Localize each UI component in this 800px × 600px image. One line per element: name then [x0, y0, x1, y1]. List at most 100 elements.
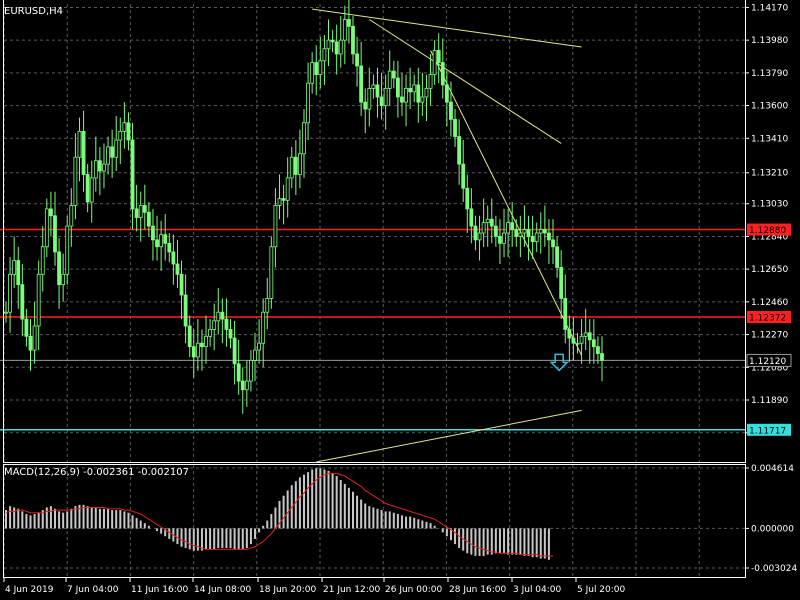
candle-body: [236, 363, 241, 382]
candle-body: [563, 298, 568, 330]
candle-body: [167, 242, 172, 253]
candle-body: [163, 234, 168, 244]
candle-body: [93, 160, 98, 179]
candle-body: [420, 96, 425, 103]
candle-body: [514, 229, 519, 237]
price-tick-label: 1.13790: [751, 69, 788, 79]
candle-body: [265, 298, 270, 313]
candle-body: [526, 229, 531, 237]
candle-body: [97, 160, 102, 172]
candle-body: [424, 87, 429, 98]
candle-body: [257, 342, 261, 351]
candle-body: [204, 335, 208, 348]
candle-body: [534, 232, 539, 243]
candle-body: [326, 39, 331, 50]
candle-body: [318, 60, 323, 75]
price-tick-label: 1.12270: [751, 331, 788, 341]
candle-body: [591, 339, 596, 348]
candle-body: [228, 329, 233, 339]
candle-body: [383, 87, 388, 106]
candle-body: [583, 332, 588, 337]
time-tick-label: 21 Jun 12:00: [323, 585, 380, 595]
candle-body: [416, 84, 421, 103]
candle-body: [253, 349, 257, 361]
chart-window[interactable]: 1.14170 1.13980 1.13790 1.13600 1.13410 1.132…: [0, 0, 800, 600]
candle-body: [400, 96, 404, 103]
candle-body: [449, 101, 453, 120]
candle-body: [200, 342, 204, 348]
candle-body: [551, 239, 555, 248]
candle-body: [391, 70, 396, 79]
price-tick-label: 1.13030: [751, 200, 788, 210]
candle-body: [179, 273, 184, 296]
candle-body: [240, 380, 245, 391]
candle-body: [444, 84, 449, 103]
price-tick-label: 1.13210: [751, 169, 788, 179]
price-tick-label: 1.12460: [751, 298, 788, 308]
candle-body: [363, 101, 368, 110]
candle-body: [347, 19, 351, 27]
candle-body: [36, 273, 41, 327]
candle-body: [285, 177, 290, 201]
candle-body: [322, 48, 327, 62]
candle-body: [579, 335, 584, 344]
candle-body: [273, 205, 278, 248]
time-tick-label: 5 Jul 20:00: [577, 585, 626, 595]
time-tick-label: 14 Jun 08:00: [194, 585, 251, 595]
candle-body: [249, 360, 253, 382]
candle-body: [465, 187, 470, 210]
candle-body: [195, 342, 200, 358]
candle-body: [518, 232, 523, 237]
candle-body: [538, 229, 543, 234]
candle-body: [404, 87, 408, 103]
candle-body: [432, 50, 437, 75]
candle-body: [342, 19, 347, 41]
macd-title: MACD(12,26,9) -0.002361 -0.002107: [4, 467, 189, 478]
candle-body: [387, 70, 392, 89]
price-tick-label: 1.11890: [751, 396, 788, 406]
candle-body: [73, 156, 78, 206]
time-tick-label: 18 Jun 20:00: [259, 585, 316, 595]
candle-body: [310, 62, 315, 84]
candle-body: [175, 263, 180, 275]
candle-body: [171, 251, 176, 265]
candle-body: [24, 318, 29, 337]
candle-body: [65, 225, 70, 275]
candle-body: [20, 284, 25, 320]
candle-body: [600, 353, 604, 361]
candle-body: [510, 222, 515, 230]
price-tick-label: 1.14170: [751, 3, 788, 13]
price-tick-label: 1.12650: [751, 265, 788, 275]
candle-body: [232, 337, 237, 365]
candle-body: [428, 74, 433, 89]
candle-body: [289, 156, 294, 179]
candle-body: [85, 174, 90, 203]
candle-body: [298, 153, 302, 175]
candle-body: [302, 122, 306, 155]
candle-body: [359, 65, 364, 103]
candle-body: [8, 273, 12, 313]
candle-body: [367, 87, 372, 110]
candle-body: [244, 380, 249, 391]
candle-body: [4, 311, 8, 314]
candle-body: [130, 139, 135, 210]
price-tick-label: 1.13410: [751, 134, 788, 144]
candle-body: [473, 225, 478, 241]
candle-body: [281, 198, 286, 201]
candle-body: [485, 218, 490, 224]
candle-body: [212, 320, 217, 330]
symbol-title: EURUSD,H4: [4, 6, 63, 17]
candle-body: [395, 77, 400, 98]
candle-body: [187, 325, 192, 348]
candle-body: [57, 251, 61, 286]
candle-body: [183, 294, 188, 327]
time-tick-label: 11 Jun 16:00: [131, 585, 188, 595]
price-tick-label: 1.13600: [751, 102, 788, 112]
candle-body: [596, 346, 600, 354]
candle-body: [81, 131, 86, 175]
candle-body: [126, 122, 131, 141]
candle-body: [440, 62, 445, 86]
candle-body: [502, 232, 506, 244]
candle-body: [457, 136, 462, 165]
candle-body: [477, 232, 482, 241]
